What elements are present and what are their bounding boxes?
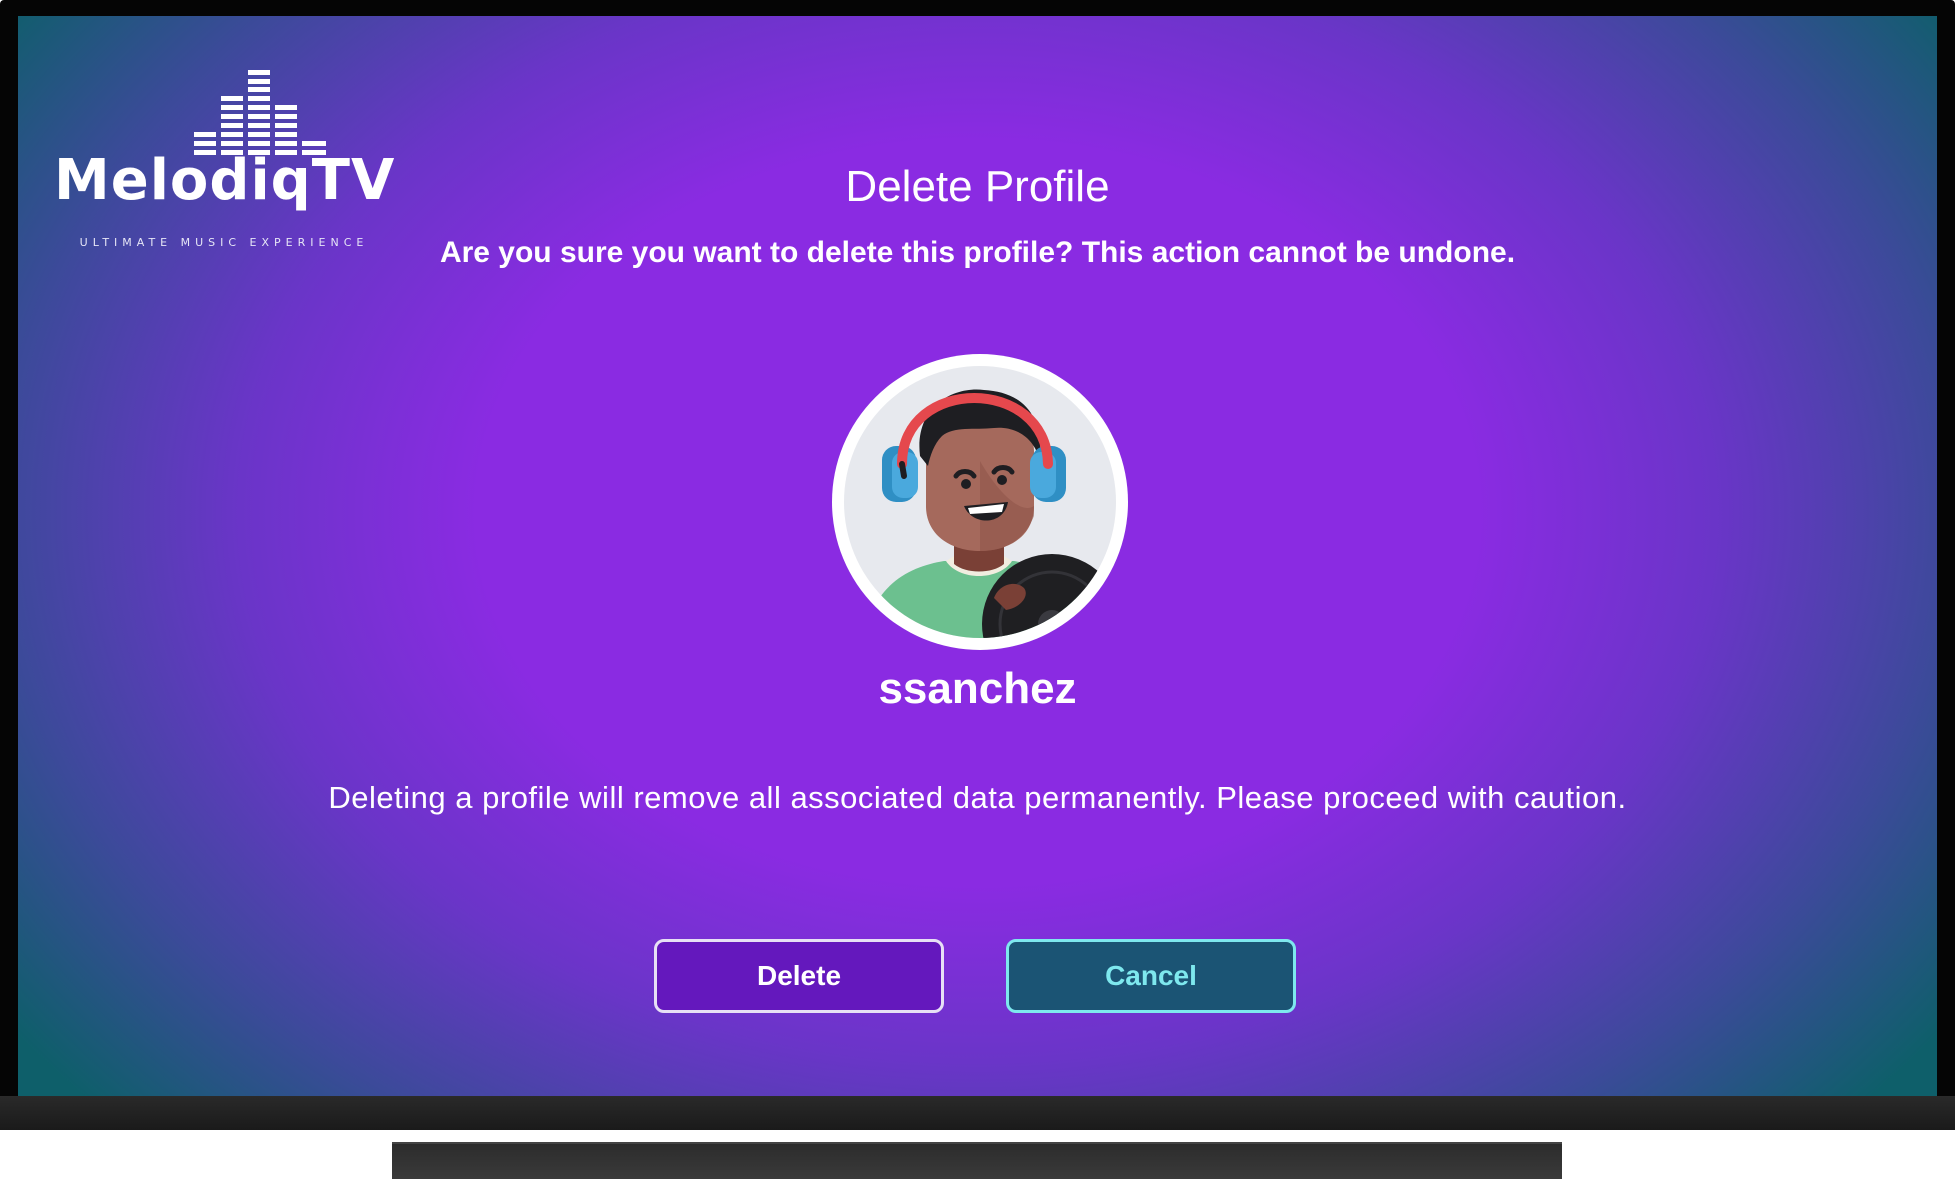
tv-stand (392, 1142, 1562, 1179)
warning-message: Deleting a profile will remove all assoc… (328, 780, 1627, 815)
profile-avatar (832, 354, 1128, 650)
delete-button-label: Delete (756, 960, 842, 991)
delete-button[interactable]: Delete (654, 939, 944, 1013)
equalizer-logo-icon (194, 70, 326, 155)
profile-username: ssanchez (878, 664, 1077, 713)
tv-screen: MelodiqTV ULTIMATE MUSIC EXPERIENCE Dele… (18, 16, 1937, 1096)
cancel-button-label: Cancel (1105, 960, 1197, 991)
dialog-subtitle: Are you sure you want to delete this pro… (439, 236, 1516, 269)
dj-headphones-avatar-icon (844, 366, 1116, 638)
dialog-title: Delete Profile (845, 162, 1110, 211)
tv-bezel-bottom (0, 1096, 1955, 1130)
cancel-button[interactable]: Cancel (1006, 939, 1296, 1013)
